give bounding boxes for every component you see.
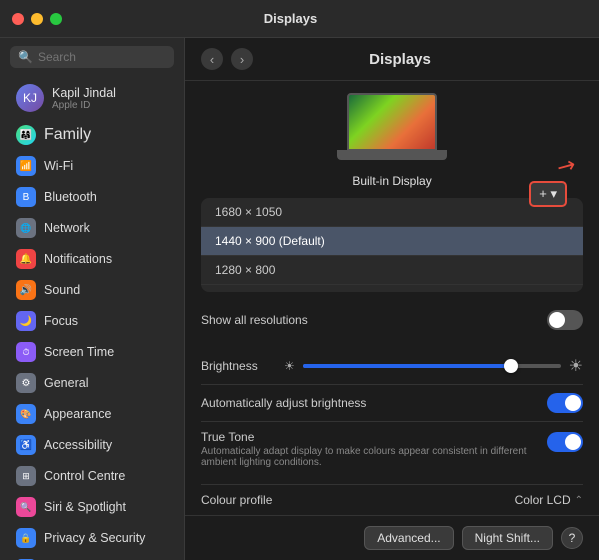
sidebar-item-accessibility[interactable]: ♿ Accessibility xyxy=(6,430,178,460)
brightness-label: Brightness xyxy=(201,359,276,373)
help-button[interactable]: ? xyxy=(561,527,583,549)
avatar: KJ xyxy=(16,84,44,112)
resolution-item-2[interactable]: 1280 × 800 xyxy=(201,256,583,285)
color-profile-chevron: ⌃ xyxy=(575,495,583,506)
settings-section: Show all resolutions xyxy=(201,302,583,338)
advanced-button[interactable]: Advanced... xyxy=(364,526,453,550)
bottom-bar: Advanced... Night Shift... ? xyxy=(185,515,599,560)
display-label-row: Built-in Display + ▾ ↗ xyxy=(201,174,583,188)
sidebar: 🔍 KJ Kapil Jindal Apple ID 👨‍👩‍👧 Family xyxy=(0,38,185,560)
page-title: Displays xyxy=(217,51,583,68)
show-all-resolutions-label: Show all resolutions xyxy=(201,313,547,327)
true-tone-description: Automatically adapt display to make colo… xyxy=(201,446,539,468)
screen-time-icon: ⏱ xyxy=(16,342,36,362)
title-bar: Displays xyxy=(0,0,599,38)
resolution-item-1[interactable]: 1440 × 900 (Default) xyxy=(201,227,583,256)
control-centre-icon: ⊞ xyxy=(16,466,36,486)
appearance-icon: 🎨 xyxy=(16,404,36,424)
search-icon: 🔍 xyxy=(18,50,33,64)
search-input[interactable] xyxy=(38,50,166,64)
true-tone-toggle-knob xyxy=(565,434,581,450)
sound-icon: 🔊 xyxy=(16,280,36,300)
display-preview-section: Built-in Display + ▾ ↗ xyxy=(185,81,599,198)
show-all-resolutions-row: Show all resolutions xyxy=(201,302,583,338)
network-icon: 🌐 xyxy=(16,218,36,238)
laptop-base xyxy=(337,150,447,160)
brightness-fill xyxy=(303,364,509,368)
brightness-row: Brightness ☀ ☀ xyxy=(201,348,583,385)
laptop-screen xyxy=(347,93,437,151)
sidebar-item-focus[interactable]: 🌙 Focus xyxy=(6,306,178,336)
show-all-resolutions-toggle[interactable] xyxy=(547,310,583,330)
sidebar-item-sound[interactable]: 🔊 Sound xyxy=(6,275,178,305)
auto-adjust-toggle[interactable] xyxy=(547,393,583,413)
true-tone-label: True Tone xyxy=(201,430,539,444)
sidebar-item-control-centre[interactable]: ⊞ Control Centre xyxy=(6,461,178,491)
user-section[interactable]: KJ Kapil Jindal Apple ID xyxy=(6,78,178,118)
user-subtitle: Apple ID xyxy=(52,100,116,111)
sidebar-item-wifi[interactable]: 📶 Wi-Fi xyxy=(6,151,178,181)
privacy-security-icon: 🔒 xyxy=(16,528,36,548)
display-preview: Built-in Display + ▾ ↗ xyxy=(201,93,583,188)
brightness-section: Brightness ☀ ☀ Automatically adjust brig… xyxy=(201,348,583,476)
siri-spotlight-icon: 🔍 xyxy=(16,497,36,517)
brightness-slider[interactable] xyxy=(303,364,561,368)
sidebar-section: KJ Kapil Jindal Apple ID 👨‍👩‍👧 Family 📶 … xyxy=(0,76,184,560)
sidebar-item-desktop-dock[interactable]: ⊟ Desktop & Dock xyxy=(6,554,178,560)
sidebar-item-general[interactable]: ⚙ General xyxy=(6,368,178,398)
night-shift-button[interactable]: Night Shift... xyxy=(462,526,553,550)
color-profile-value: Color LCD xyxy=(515,493,571,507)
accessibility-icon: ♿ xyxy=(16,435,36,455)
content-area: ‹ › Displays Built-in Display + ▾ ↗ xyxy=(185,38,599,560)
arrow-indicator: ↗ xyxy=(551,150,580,182)
laptop-illustration xyxy=(337,93,447,168)
true-tone-toggle[interactable] xyxy=(547,432,583,452)
user-info: Kapil Jindal Apple ID xyxy=(52,86,116,111)
auto-adjust-label: Automatically adjust brightness xyxy=(201,396,547,410)
color-profile-value-area: Color LCD ⌃ xyxy=(515,493,583,507)
add-display-button[interactable]: + ▾ xyxy=(529,181,567,207)
color-profile-label: Colour profile xyxy=(201,493,272,507)
toggle-knob xyxy=(549,312,565,328)
sidebar-item-bluetooth[interactable]: B Bluetooth xyxy=(6,182,178,212)
sidebar-item-siri-spotlight[interactable]: 🔍 Siri & Spotlight xyxy=(6,492,178,522)
bluetooth-icon: B xyxy=(16,187,36,207)
general-icon: ⚙ xyxy=(16,373,36,393)
resolution-item-0[interactable]: 1680 × 1050 xyxy=(201,198,583,227)
sidebar-item-appearance[interactable]: 🎨 Appearance xyxy=(6,399,178,429)
main-container: 🔍 KJ Kapil Jindal Apple ID 👨‍👩‍👧 Family xyxy=(0,38,599,560)
sidebar-item-privacy-security[interactable]: 🔒 Privacy & Security xyxy=(6,523,178,553)
family-label: Family xyxy=(44,126,91,144)
user-name: Kapil Jindal xyxy=(52,86,116,100)
family-icon: 👨‍👩‍👧 xyxy=(16,125,36,145)
sun-small-icon: ☀ xyxy=(284,359,295,373)
focus-icon: 🌙 xyxy=(16,311,36,331)
color-profile-section: Colour profile Color LCD ⌃ xyxy=(201,480,583,515)
sidebar-item-notifications[interactable]: 🔔 Notifications xyxy=(6,244,178,274)
brightness-thumb[interactable] xyxy=(504,359,518,373)
true-tone-info: True Tone Automatically adapt display to… xyxy=(201,430,539,468)
sun-large-icon: ☀ xyxy=(569,356,583,376)
display-name: Built-in Display xyxy=(352,174,431,188)
sidebar-item-family[interactable]: 👨‍👩‍👧 Family xyxy=(6,120,178,150)
auto-adjust-toggle-knob xyxy=(565,395,581,411)
sidebar-item-network[interactable]: 🌐 Network xyxy=(6,213,178,243)
true-tone-row: True Tone Automatically adapt display to… xyxy=(201,422,583,476)
notifications-icon: 🔔 xyxy=(16,249,36,269)
resolution-list: 1680 × 1050 1440 × 900 (Default) 1280 × … xyxy=(201,198,583,292)
window-title: Displays xyxy=(0,11,587,26)
color-profile-row: Colour profile Color LCD ⌃ xyxy=(201,484,583,515)
resolution-item-3[interactable]: 1024 × 640 xyxy=(201,285,583,292)
wifi-icon: 📶 xyxy=(16,156,36,176)
auto-adjust-row: Automatically adjust brightness xyxy=(201,385,583,422)
sidebar-item-screen-time[interactable]: ⏱ Screen Time xyxy=(6,337,178,367)
search-box[interactable]: 🔍 xyxy=(10,46,174,68)
content-header: ‹ › Displays xyxy=(185,38,599,81)
